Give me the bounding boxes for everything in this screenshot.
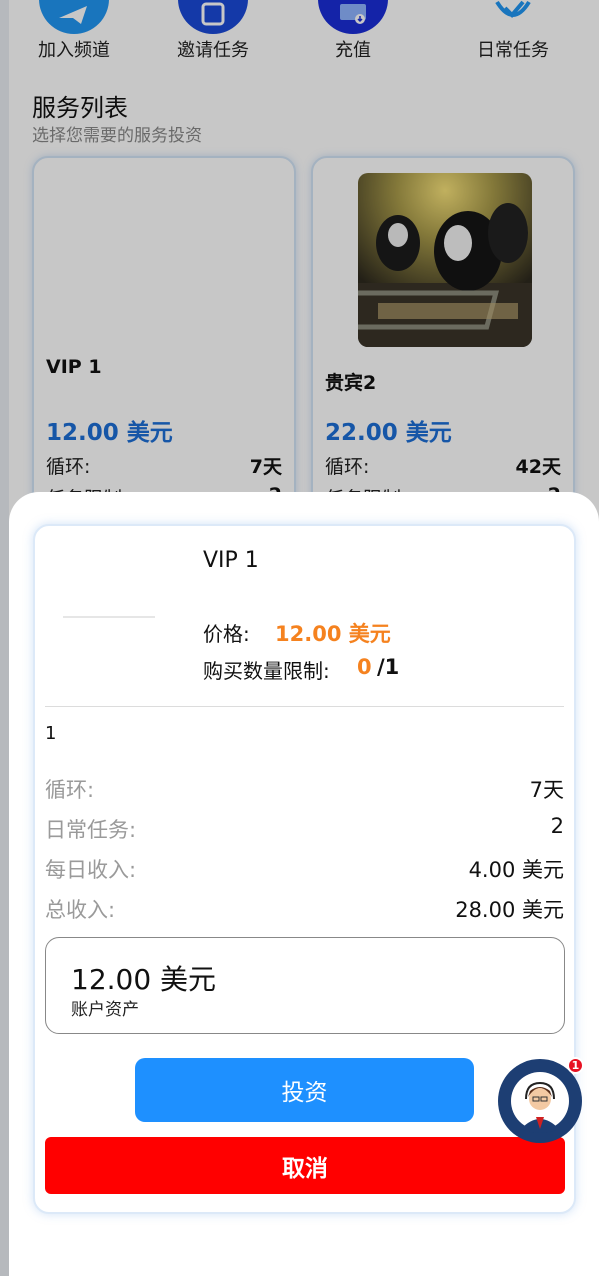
balance-amount: 12.00 美元 <box>71 963 217 996</box>
notification-badge: 1 <box>567 1057 584 1074</box>
detail-row-cycle: 循环: 7天 <box>45 774 564 804</box>
invest-button[interactable]: 投资 <box>135 1058 474 1122</box>
divider <box>45 706 564 707</box>
price-label: 价格: <box>203 622 250 646</box>
account-balance-box: 12.00 美元 账户资产 <box>45 937 565 1034</box>
detail-row-daily-tasks: 日常任务: 2 <box>45 814 564 844</box>
row-label: 循环: <box>45 778 95 802</box>
product-image <box>63 616 155 618</box>
purchase-limit-current: 0 <box>357 655 372 679</box>
price-value: 12.00 美元 <box>275 622 391 646</box>
row-label: 每日收入: <box>45 858 137 882</box>
purchase-panel: VIP 1 价格: 12.00 美元 购买数量限制: 0 /1 1 循环: 7天… <box>33 524 576 1214</box>
purchase-limit-max: /1 <box>377 655 400 679</box>
balance-label: 账户资产 <box>71 1000 139 1020</box>
row-value: 2 <box>550 814 564 838</box>
detail-row-total-income: 总收入: 28.00 美元 <box>45 894 564 924</box>
row-value: 4.00 美元 <box>468 858 564 882</box>
row-value: 28.00 美元 <box>455 898 564 922</box>
row-label: 日常任务: <box>45 818 137 842</box>
customer-service-button[interactable]: 1 <box>496 1057 584 1145</box>
row-label: 总收入: <box>45 898 116 922</box>
purchase-limit-label: 购买数量限制: <box>203 659 330 683</box>
detail-row-daily-income: 每日收入: 4.00 美元 <box>45 854 564 884</box>
row-value: 7天 <box>529 778 564 802</box>
product-description: 1 <box>45 723 57 744</box>
purchase-bottom-sheet: VIP 1 价格: 12.00 美元 购买数量限制: 0 /1 1 循环: 7天… <box>9 492 599 1276</box>
cancel-button[interactable]: 取消 <box>45 1137 565 1194</box>
product-name: VIP 1 <box>203 548 259 573</box>
